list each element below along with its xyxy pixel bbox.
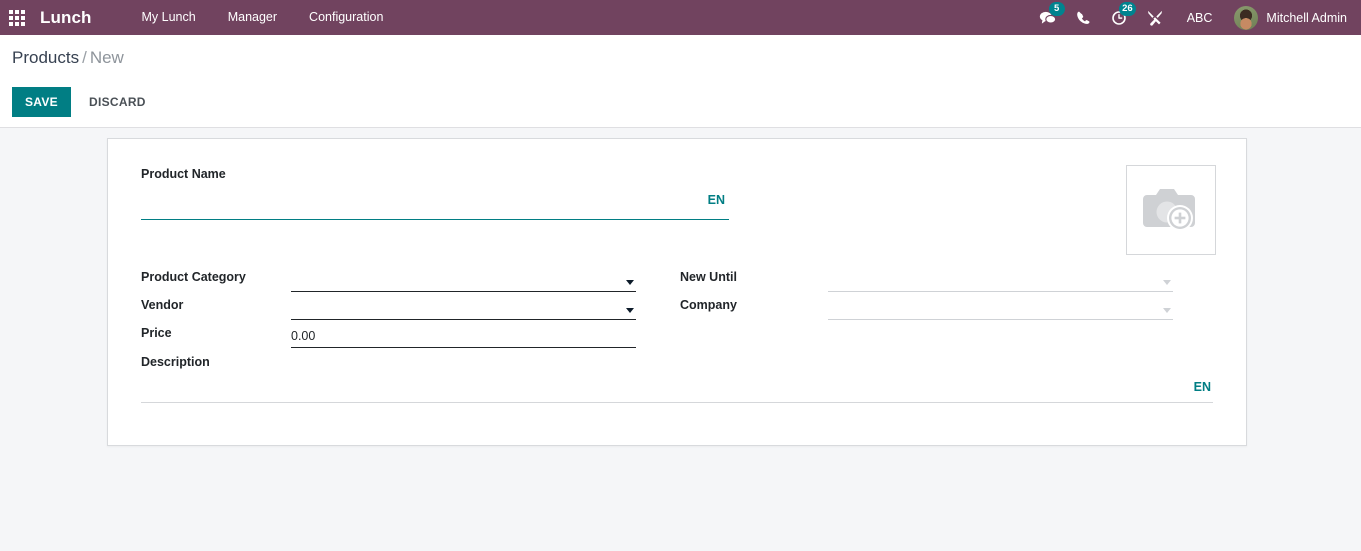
chevron-down-icon[interactable] [626,280,634,285]
new-until-input[interactable] [828,272,1173,289]
product-name-field: EN [141,184,729,222]
menu-configuration[interactable]: Configuration [293,0,399,35]
apps-grid-icon[interactable] [0,0,34,35]
discard-button[interactable]: DISCARD [76,87,159,117]
vendor-field[interactable] [291,298,636,320]
product-name-lang-badge[interactable]: EN [708,193,725,207]
activities-icon[interactable]: 26 [1101,0,1137,35]
description-input[interactable] [141,371,1213,403]
apps-grid-glyph [9,9,25,26]
description-label: Description [141,355,210,369]
avatar [1234,5,1259,30]
form-action-buttons: SAVE DISCARD [12,87,159,117]
language-abc-indicator[interactable]: ABC [1173,11,1227,25]
vendor-input[interactable] [291,300,636,317]
save-button[interactable]: SAVE [12,87,71,117]
new-until-label: New Until [680,270,737,284]
product-category-field[interactable] [291,270,636,292]
company-label: Company [680,298,737,312]
tools-wrench-icon[interactable] [1137,0,1173,35]
company-input[interactable] [828,300,1173,317]
control-panel: Products / New SAVE DISCARD [0,35,1361,128]
chevron-down-icon[interactable] [1163,280,1171,285]
product-form-sheet: Product Name EN Product Category New Unt… [107,138,1247,446]
breadcrumb-separator: / [82,48,87,67]
messages-icon[interactable]: 5 [1029,0,1066,35]
top-navbar: Lunch My Lunch Manager Configuration 5 2… [0,0,1361,35]
new-until-field[interactable] [828,270,1173,292]
chevron-down-icon[interactable] [626,308,634,313]
breadcrumb: Products / New [12,48,124,68]
menu-manager[interactable]: Manager [212,0,293,35]
tools-cross-glyph [1147,10,1162,26]
camera-add-photo-icon [1143,189,1195,231]
chevron-down-icon[interactable] [1163,308,1171,313]
activities-badge-count: 26 [1119,2,1136,16]
user-menu[interactable]: Mitchell Admin [1226,0,1361,35]
phone-icon[interactable] [1066,0,1101,35]
menu-my-lunch[interactable]: My Lunch [126,0,212,35]
price-label: Price [141,326,172,340]
company-field[interactable] [828,298,1173,320]
user-name-label: Mitchell Admin [1266,10,1347,25]
product-category-input[interactable] [291,272,636,289]
price-input[interactable] [291,328,636,345]
app-brand-lunch[interactable]: Lunch [40,8,92,28]
product-name-input[interactable] [141,184,729,220]
price-field[interactable] [291,326,636,348]
form-fields-grid: Product Category New Until Vendor Compan… [108,270,1248,354]
product-category-label: Product Category [141,270,246,284]
product-name-label: Product Name [141,167,226,181]
form-row-3: Price [108,326,1248,354]
form-row-1: Product Category New Until [108,270,1248,298]
form-row-2: Vendor Company [108,298,1248,326]
messages-badge-count: 5 [1048,2,1065,16]
description-field: EN [141,371,1213,405]
phone-handset-glyph [1076,11,1090,24]
description-lang-badge[interactable]: EN [1194,380,1211,394]
product-image-upload[interactable] [1126,165,1216,255]
breadcrumb-products[interactable]: Products [12,48,79,67]
vendor-label: Vendor [141,298,184,312]
breadcrumb-new: New [89,48,124,67]
